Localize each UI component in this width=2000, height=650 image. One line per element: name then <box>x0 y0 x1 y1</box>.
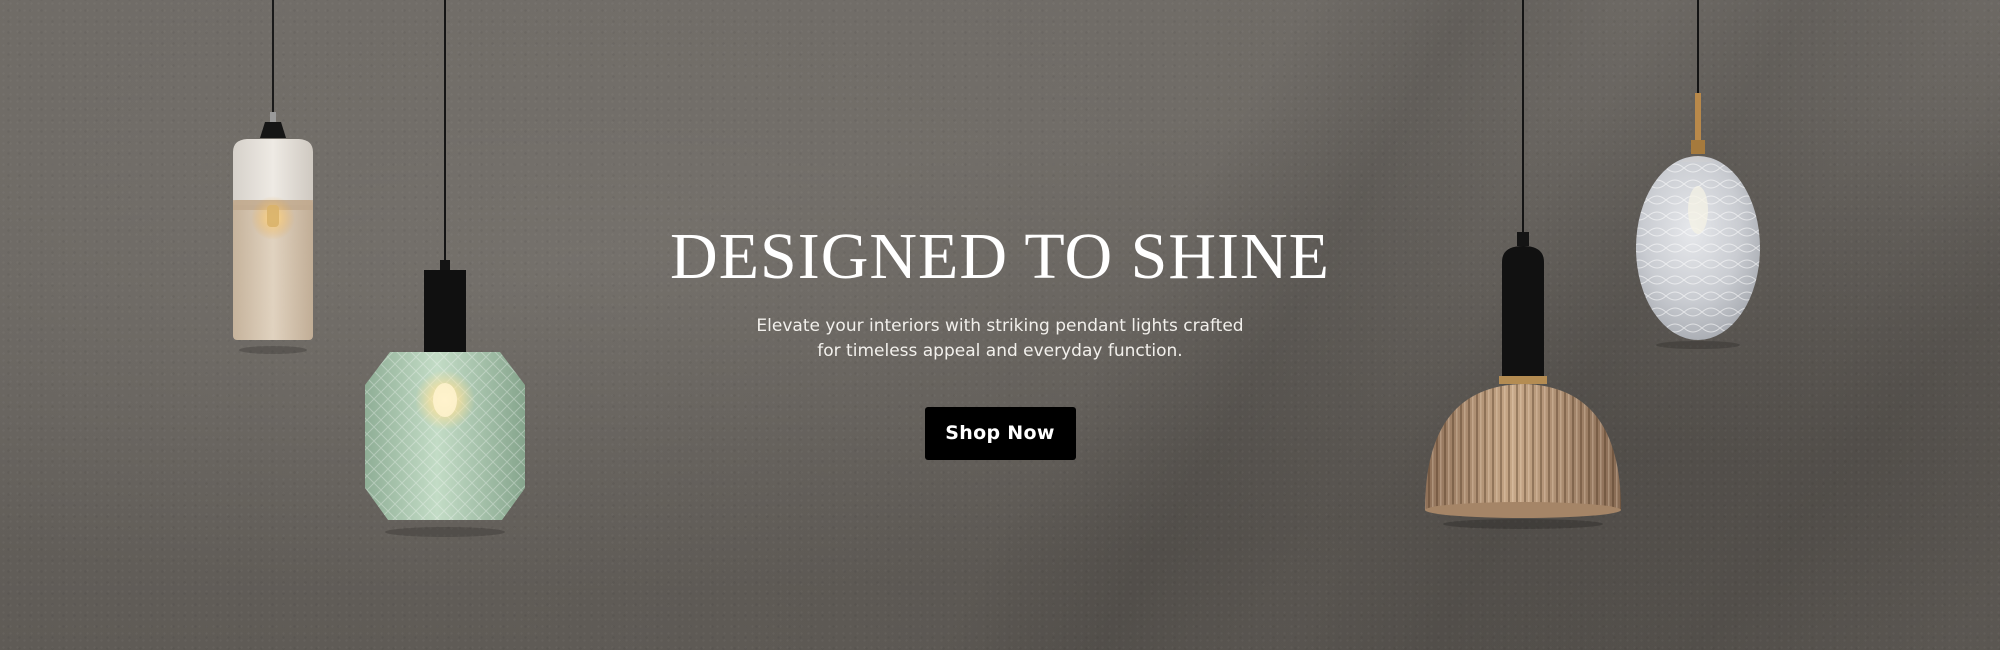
hero-content: DESIGNED TO SHINE Elevate your interiors… <box>0 218 2000 460</box>
shop-now-button[interactable]: Shop Now <box>924 407 1076 460</box>
hero-banner: DESIGNED TO SHINE Elevate your interiors… <box>0 0 2000 650</box>
hero-subtitle-line-1: Elevate your interiors with striking pen… <box>756 316 1244 336</box>
hero-headline: DESIGNED TO SHINE <box>670 220 1330 293</box>
hero-subtitle: Elevate your interiors with striking pen… <box>720 314 1280 364</box>
hero-subtitle-line-2: for timeless appeal and everyday functio… <box>817 341 1183 361</box>
